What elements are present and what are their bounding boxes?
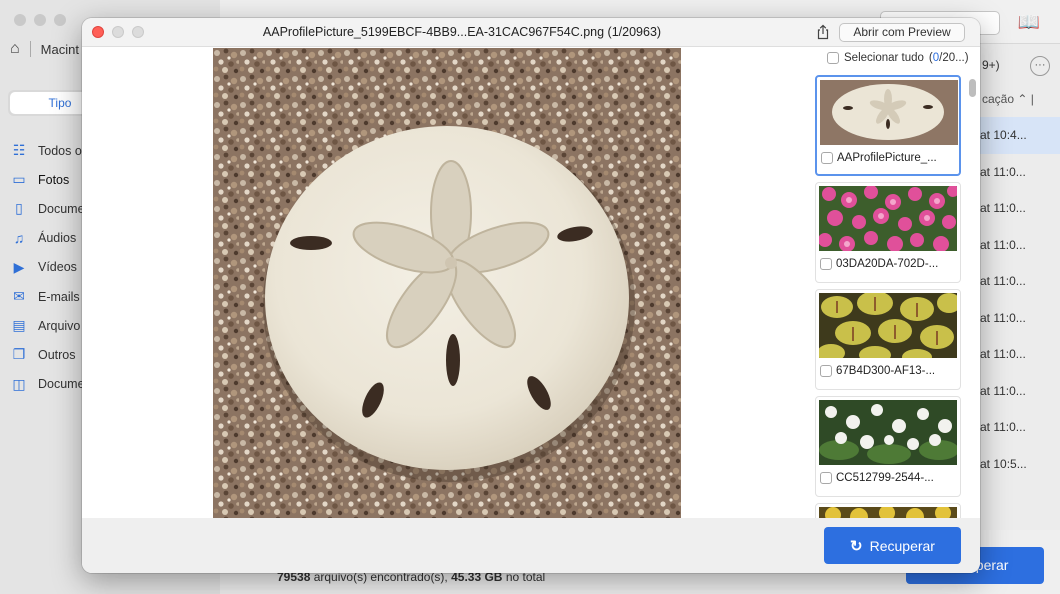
thumbnail-list: AAProfilePicture_... 03DA20DA-702D-... 6… (815, 75, 961, 518)
table-row[interactable]: at 11:0... (980, 227, 1060, 264)
archive-icon: ▤ (12, 317, 26, 334)
thumbnail-checkbox[interactable] (820, 258, 832, 270)
scrollbar-thumb[interactable] (969, 79, 976, 97)
modal-titlebar: AAProfilePicture_5199EBCF-4BB9...EA-31CA… (82, 18, 980, 47)
breadcrumb: ⌂ Macint (10, 40, 79, 58)
other-files-icon: ❐ (12, 346, 26, 363)
thumbnail-item[interactable]: AAProfilePicture_... (815, 75, 961, 176)
grid-list-icon: ☷ (12, 142, 26, 159)
bg-window-controls (14, 14, 66, 26)
thumbnail-caption: 67B4D300-AF13-... (820, 365, 935, 377)
thumbnail-checkbox[interactable] (821, 152, 833, 164)
preview-image (213, 48, 681, 518)
select-all-checkbox[interactable] (827, 52, 839, 64)
recover-button[interactable]: ↻ Recuperar (824, 527, 961, 564)
breadcrumb-volume[interactable]: Macint (41, 42, 79, 57)
modal-footer: ↻ Recuperar (82, 518, 980, 573)
thumbnail-caption: CC512799-2544-... (820, 472, 934, 484)
thumbnail-image (820, 80, 958, 145)
refresh-icon: ↻ (850, 537, 863, 555)
document-alt-icon: ◫ (12, 375, 26, 392)
table-row[interactable]: at 11:0... (980, 263, 1060, 300)
thumbnail-caption: AAProfilePicture_... (821, 152, 937, 164)
results-count: 9+) (982, 58, 1000, 72)
help-book-icon[interactable]: 📖 (1018, 12, 1040, 33)
table-row[interactable]: at 10:5... (980, 446, 1060, 483)
thumbnail-checkbox[interactable] (820, 365, 832, 377)
home-icon[interactable]: ⌂ (10, 40, 20, 58)
mail-icon: ✉ (13, 288, 25, 305)
thumbnail-scrollbar[interactable] (969, 75, 976, 518)
video-icon: ▶ (13, 258, 25, 275)
thumbnail-checkbox[interactable] (820, 472, 832, 484)
table-row[interactable]: at 11:0... (980, 336, 1060, 373)
preview-image-area (82, 47, 809, 518)
table-row[interactable]: at 11:0... (980, 190, 1060, 227)
file-list: at 10:4... at 11:0... at 11:0... at 11:0… (980, 117, 1060, 482)
more-options-icon[interactable]: ··· (1030, 56, 1050, 76)
table-row[interactable]: at 11:0... (980, 300, 1060, 337)
thumbnail-image (819, 293, 957, 358)
table-row[interactable]: at 11:0... (980, 373, 1060, 410)
table-row[interactable]: at 11:0... (980, 409, 1060, 446)
modal-title: AAProfilePicture_5199EBCF-4BB9...EA-31CA… (262, 25, 662, 39)
preview-modal: AAProfilePicture_5199EBCF-4BB9...EA-31CA… (82, 18, 980, 573)
thumbnail-caption: 03DA20DA-702D-... (820, 258, 938, 270)
thumbnail-image (819, 400, 957, 465)
thumbnail-item[interactable]: 03DA20DA-702D-... (815, 182, 961, 283)
select-all[interactable]: Selecionar tudo (0/20...) (827, 52, 969, 64)
column-header-location[interactable]: cação ⌃ | (982, 92, 1034, 106)
music-icon: ♫ (13, 230, 25, 247)
recover-button-label: Recuperar (869, 537, 935, 554)
table-row[interactable]: at 10:4... (980, 117, 1060, 154)
thumbnail-item[interactable]: 67B4D300-AF13-... (815, 289, 961, 390)
open-with-preview-button[interactable]: Abrir com Preview (839, 23, 965, 42)
thumbnail-panel: Selecionar tudo (0/20...) AAProfilePictu… (809, 47, 980, 518)
photo-icon: ▭ (12, 171, 26, 188)
document-icon: ▯ (15, 200, 23, 217)
thumbnail-item[interactable]: CC512799-2544-... (815, 396, 961, 497)
thumbnail-item[interactable] (815, 503, 961, 518)
select-all-count: (0/20...) (928, 52, 969, 64)
table-row[interactable]: at 11:0... (980, 154, 1060, 191)
share-icon[interactable] (815, 24, 831, 40)
thumbnail-image (819, 507, 957, 518)
select-all-label: Selecionar tudo (844, 52, 924, 64)
thumbnail-image (819, 186, 957, 251)
